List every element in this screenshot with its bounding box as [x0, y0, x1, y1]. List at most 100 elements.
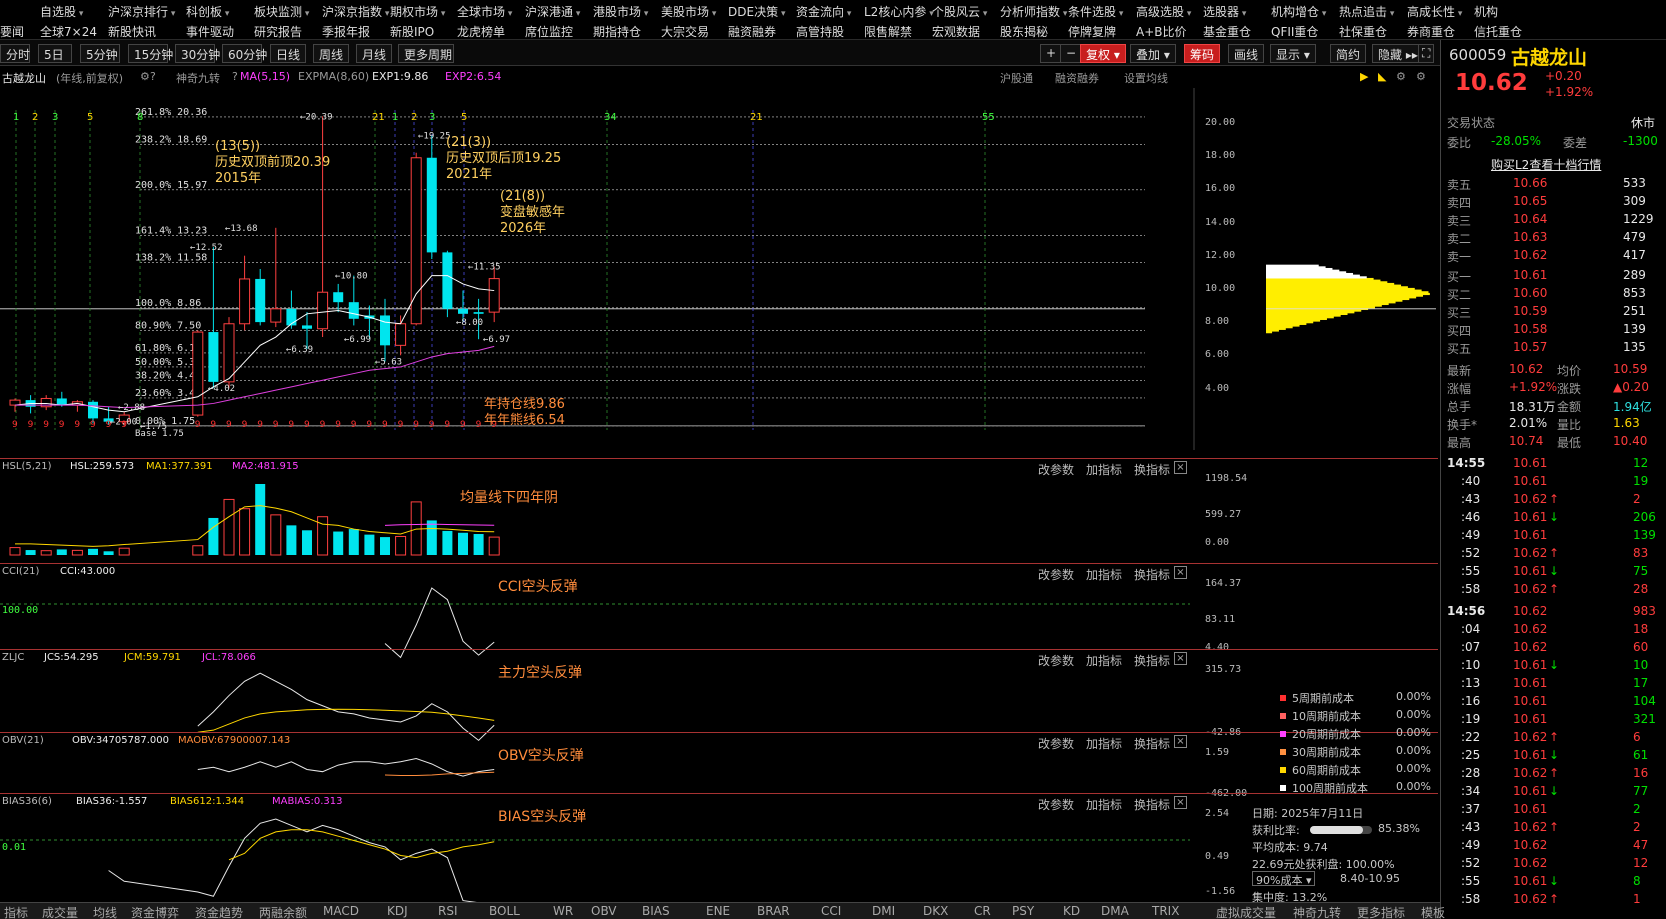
news-item-10[interactable]: 大宗交易 [661, 23, 709, 40]
menu-item-7[interactable]: 沪深港通 [525, 3, 580, 20]
menu-item-10[interactable]: DDE决策 [728, 3, 785, 20]
period-tab-8[interactable]: 月线 [356, 44, 392, 63]
close-panel-icon[interactable]: × [1174, 652, 1187, 665]
bottom-tab-21[interactable]: DMA [1101, 904, 1129, 918]
panel-button-2[interactable]: 换指标 [1134, 796, 1170, 813]
menu-item-13[interactable]: 个股风云 [932, 3, 987, 20]
bottom-tab-8[interactable]: RSI [438, 904, 458, 918]
bottom-tab-25[interactable]: 更多指标 [1357, 904, 1405, 919]
menu-item-4[interactable]: 沪深京指数 [322, 3, 389, 20]
news-item-0[interactable]: 要闻 [0, 23, 24, 40]
panel-button-1[interactable]: 加指标 [1086, 796, 1122, 813]
news-item-6[interactable]: 新股IPO [390, 23, 434, 40]
bottom-tab-11[interactable]: OBV [591, 904, 617, 918]
menu-item-11[interactable]: 资金流向 [796, 3, 851, 20]
panel-button-1[interactable]: 加指标 [1086, 735, 1122, 752]
chip-button[interactable]: 筹码 [1184, 44, 1221, 63]
gear-icon[interactable]: ⚙ [1396, 70, 1406, 83]
overlay-button[interactable]: 叠加 ▾ [1130, 44, 1176, 63]
config-icon[interactable]: ⚙ [1416, 70, 1426, 83]
link-margin[interactable]: 融资融券 [1055, 70, 1099, 86]
hide-button[interactable]: 隐藏 ▸▸ [1372, 44, 1424, 63]
close-panel-icon[interactable]: × [1174, 566, 1187, 579]
news-item-9[interactable]: 期指持仓 [593, 23, 641, 40]
news-item-21[interactable]: 券商重仓 [1407, 23, 1455, 40]
panel-button-0[interactable]: 改参数 [1038, 461, 1074, 478]
menu-item-20[interactable]: 高成长性 [1407, 3, 1462, 20]
bottom-tab-2[interactable]: 均线 [93, 904, 117, 919]
news-item-8[interactable]: 席位监控 [525, 23, 573, 40]
panel-button-0[interactable]: 改参数 [1038, 796, 1074, 813]
bottom-tab-1[interactable]: 成交量 [42, 904, 78, 919]
fuquan-button[interactable]: 复权 ▾ [1080, 44, 1126, 63]
draw-line-button[interactable]: 画线 [1228, 44, 1265, 63]
news-item-4[interactable]: 研究报告 [254, 23, 302, 40]
panel-chart-hsl[interactable] [0, 477, 1195, 559]
menu-item-6[interactable]: 全球市场 [457, 3, 512, 20]
fullscreen-icon[interactable]: ⛶ [1418, 44, 1435, 63]
link-ma-settings[interactable]: 设置均线 [1124, 70, 1168, 86]
menu-item-2[interactable]: 科创板 [186, 3, 229, 20]
menu-item-5[interactable]: 期权市场 [390, 3, 445, 20]
menu-item-12[interactable]: L2核心内参 [864, 3, 934, 20]
period-tab-2[interactable]: 5分钟 [80, 44, 120, 63]
bottom-tab-17[interactable]: DKX [923, 904, 948, 918]
bottom-tab-4[interactable]: 资金趋势 [195, 904, 243, 919]
menu-item-16[interactable]: 高级选股 [1136, 3, 1191, 20]
news-item-16[interactable]: 停牌复牌 [1068, 23, 1116, 40]
period-tab-5[interactable]: 60分钟 [222, 44, 267, 63]
panel-button-0[interactable]: 改参数 [1038, 735, 1074, 752]
close-panel-icon[interactable]: × [1174, 735, 1187, 748]
bottom-tab-24[interactable]: 神奇九转 [1293, 904, 1341, 919]
menu-item-8[interactable]: 港股市场 [593, 3, 648, 20]
news-item-17[interactable]: A+B比价 [1136, 23, 1187, 40]
panel-button-1[interactable]: 加指标 [1086, 652, 1122, 669]
bottom-tab-12[interactable]: BIAS [642, 904, 670, 918]
close-panel-icon[interactable]: × [1174, 796, 1187, 809]
news-item-1[interactable]: 全球7×24 [40, 23, 97, 40]
period-tab-1[interactable]: 5日 [38, 44, 72, 63]
bottom-tab-9[interactable]: BOLL [489, 904, 520, 918]
panel-button-0[interactable]: 改参数 [1038, 652, 1074, 669]
news-item-14[interactable]: 宏观数据 [932, 23, 980, 40]
news-item-5[interactable]: 季报年报 [322, 23, 370, 40]
cost-select[interactable]: 90%成本 ▾ [1252, 871, 1316, 887]
news-item-19[interactable]: QFII重仓 [1271, 23, 1318, 40]
bottom-tab-22[interactable]: TRIX [1152, 904, 1179, 918]
menu-item-19[interactable]: 热点追击 [1339, 3, 1394, 20]
help-icon[interactable]: ? [150, 70, 156, 83]
news-item-13[interactable]: 限售解禁 [864, 23, 912, 40]
indicator-name[interactable]: 神奇九转 [176, 70, 220, 86]
period-tab-7[interactable]: 周线 [313, 44, 349, 63]
bottom-tab-23[interactable]: 虚拟成交量 [1216, 904, 1276, 919]
bottom-tab-16[interactable]: DMI [872, 904, 895, 918]
zoom-in-button[interactable]: + [1040, 44, 1063, 63]
play-icon[interactable]: ▶ [1360, 70, 1368, 83]
panel-button-2[interactable]: 换指标 [1134, 461, 1170, 478]
menu-item-9[interactable]: 美股市场 [661, 3, 716, 20]
panel-button-2[interactable]: 换指标 [1134, 566, 1170, 583]
news-item-3[interactable]: 事件驱动 [186, 23, 234, 40]
indicator-help-icon[interactable]: ? [232, 70, 238, 83]
news-item-15[interactable]: 股东揭秘 [1000, 23, 1048, 40]
bottom-tab-26[interactable]: 模板 [1421, 904, 1445, 919]
menu-item-18[interactable]: 机构增仓 [1271, 3, 1326, 20]
bottom-tab-10[interactable]: WR [553, 904, 573, 918]
bottom-tab-19[interactable]: PSY [1012, 904, 1034, 918]
panel-chart-bias[interactable] [0, 812, 1195, 908]
bottom-tab-14[interactable]: BRAR [757, 904, 790, 918]
bottom-tab-0[interactable]: 指标 [4, 904, 28, 919]
pointer-icon[interactable]: ◣ [1378, 70, 1386, 83]
panel-button-2[interactable]: 换指标 [1134, 735, 1170, 752]
news-item-20[interactable]: 社保重仓 [1339, 23, 1387, 40]
news-item-11[interactable]: 融资融券 [728, 23, 776, 40]
simple-button[interactable]: 简约 [1330, 44, 1367, 63]
bottom-tab-15[interactable]: CCI [821, 904, 841, 918]
period-tab-3[interactable]: 15分钟 [128, 44, 173, 63]
close-panel-icon[interactable]: × [1174, 461, 1187, 474]
news-item-22[interactable]: 信托重仓 [1474, 23, 1522, 40]
bottom-tab-6[interactable]: MACD [323, 904, 359, 918]
kline-chart[interactable]: 261.8% 20.36238.2% 18.69200.0% 15.97161.… [0, 88, 1438, 450]
menu-item-14[interactable]: 分析师指数 [1000, 3, 1067, 20]
news-item-12[interactable]: 高管持股 [796, 23, 844, 40]
